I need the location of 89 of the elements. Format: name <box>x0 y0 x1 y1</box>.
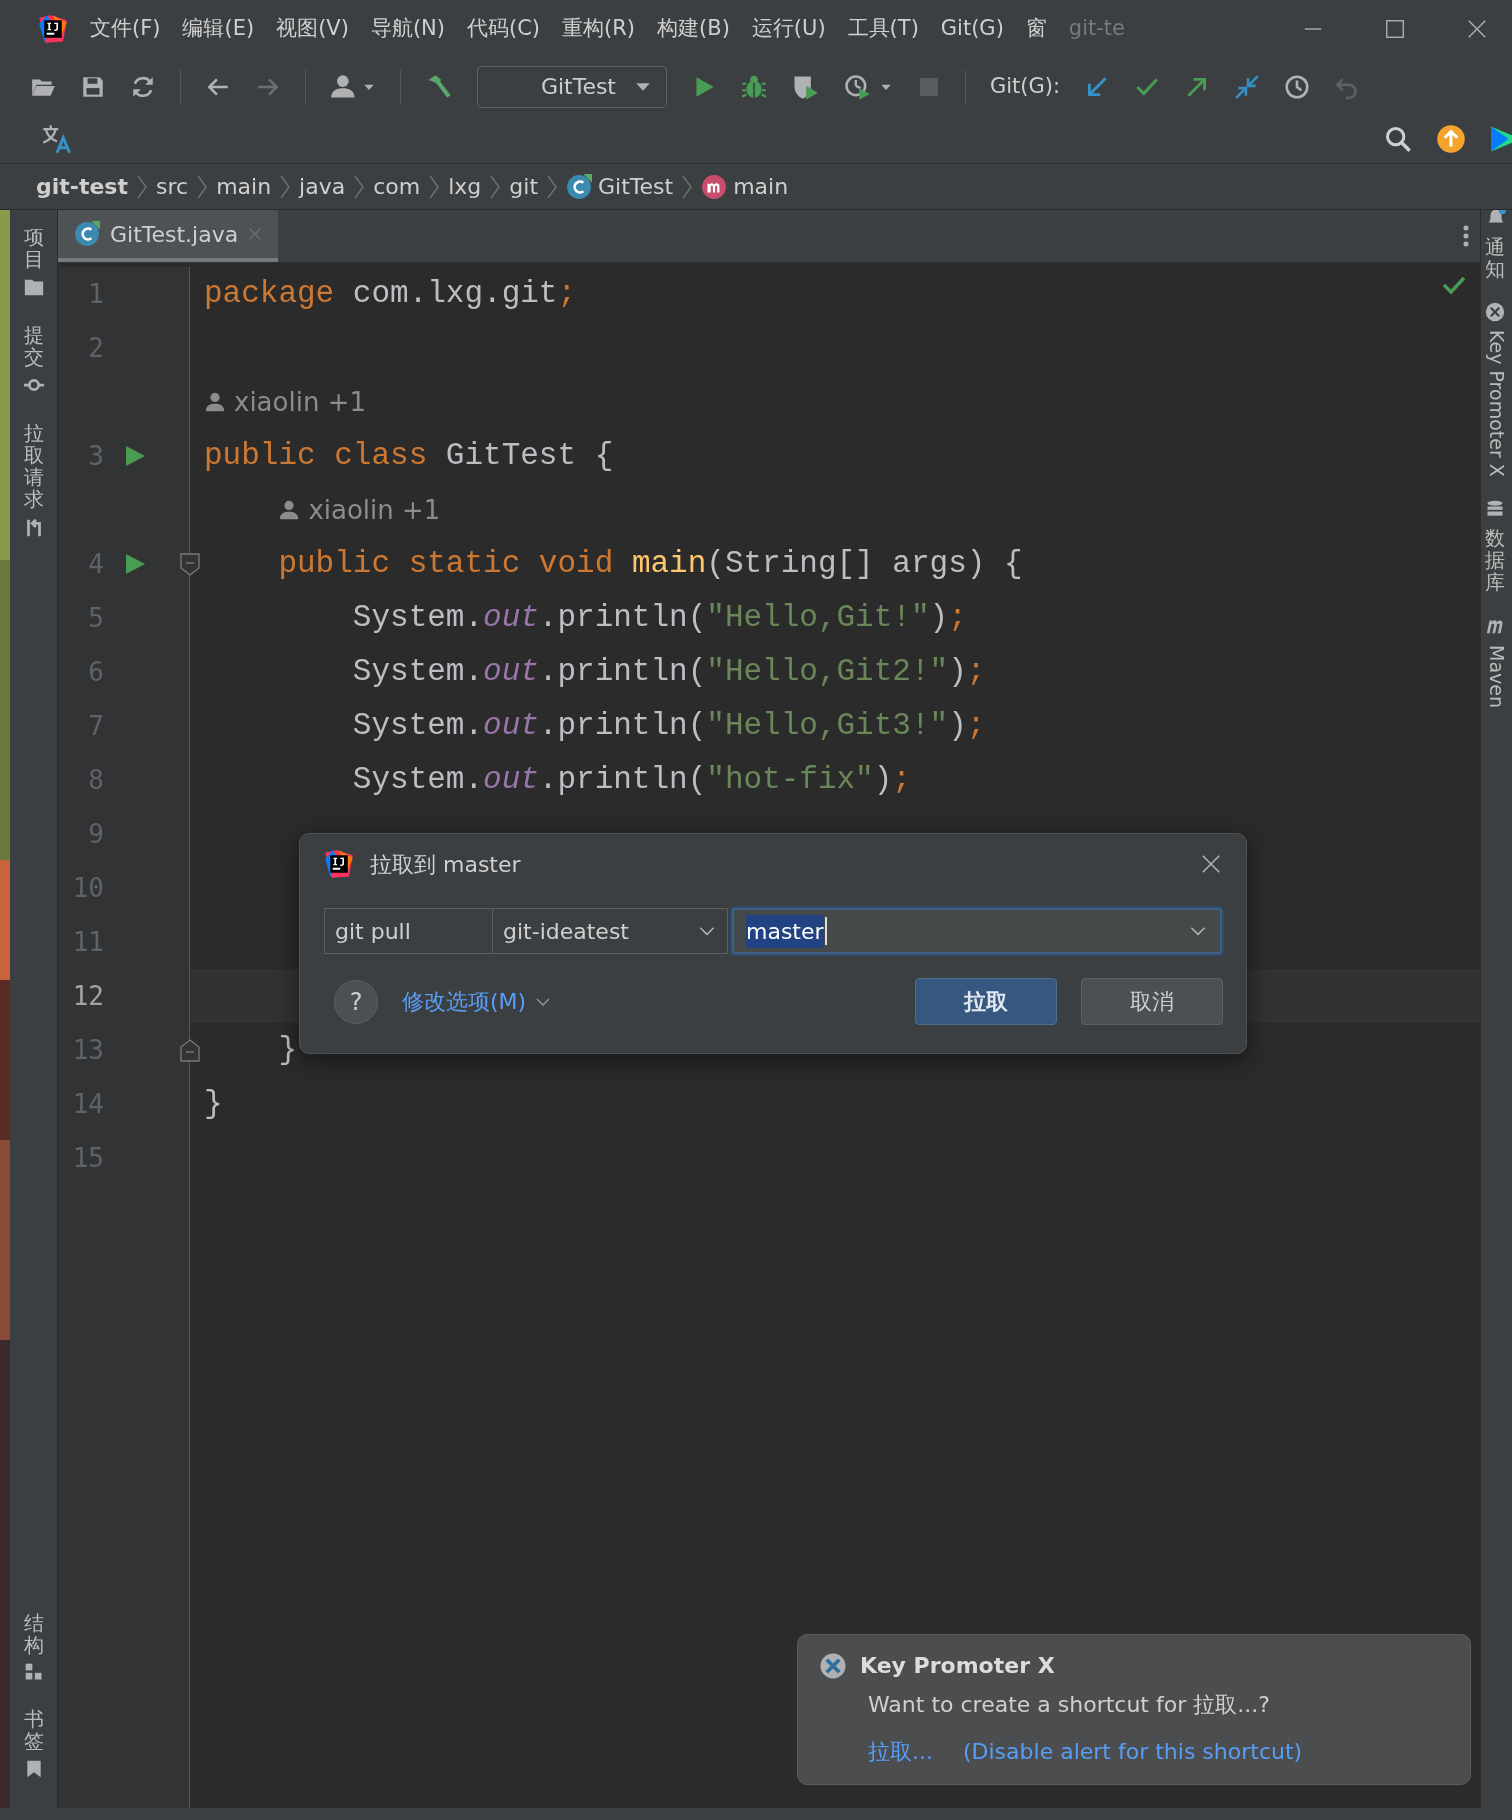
structure-icon <box>23 1662 44 1682</box>
breadcrumb-item[interactable]: lxg <box>448 170 482 203</box>
person-icon <box>204 391 226 413</box>
menu-item[interactable]: 重构(R) <box>562 13 636 45</box>
breadcrumb-item[interactable]: main <box>216 170 272 203</box>
code-line: public static void main(String[] args) { <box>277 544 1023 583</box>
help-button[interactable]: ? <box>334 979 378 1024</box>
code-line: package com.lxg.git; <box>204 274 577 313</box>
tool-window-button[interactable]: 通知 <box>1485 236 1505 280</box>
gauge-run-icon[interactable] <box>843 72 871 101</box>
merge-arrows-icon[interactable] <box>1234 73 1261 100</box>
menu-item[interactable]: 文件(F) <box>90 13 161 45</box>
file-tab[interactable]: GitTest.java <box>58 210 279 262</box>
menu-item[interactable]: 构建(B) <box>657 13 730 45</box>
breadcrumb-item[interactable]: main <box>701 170 789 203</box>
chevron-icon <box>428 173 441 200</box>
chevron-icon <box>546 173 558 200</box>
person-icon <box>278 499 301 521</box>
breadcrumb-item[interactable]: java <box>299 170 346 203</box>
code-line: public class GitTest { <box>204 436 614 475</box>
command-label: git pull <box>324 908 493 954</box>
branch-field[interactable]: master <box>732 908 1222 954</box>
code-line: System.out.println("Hello,Git2!"); <box>351 652 986 691</box>
close-icon[interactable] <box>1466 18 1488 40</box>
notification-message: Want to create a shortcut for 拉取...? <box>867 1691 1271 1719</box>
cancel-button[interactable]: 取消 <box>1081 978 1223 1025</box>
menu-item[interactable]: 视图(V) <box>276 13 349 45</box>
modify-options-link[interactable]: 修改选项(M) <box>402 985 553 1018</box>
code-line: } <box>277 1030 297 1069</box>
remote-dropdown[interactable]: git-ideatest <box>493 908 728 954</box>
clock-icon[interactable] <box>1284 73 1311 100</box>
author-hint[interactable]: xiaolin +1 <box>278 490 441 530</box>
menu-item[interactable]: 编辑(E) <box>182 13 255 45</box>
tool-window-button[interactable]: Key Promoter X <box>1485 330 1509 477</box>
class-icon <box>566 173 592 200</box>
run-configuration-dropdown[interactable]: GitTest <box>477 65 667 108</box>
app-logo-icon <box>324 849 354 879</box>
tool-window-button[interactable]: 拉取请求 <box>23 422 44 510</box>
chevron-icon <box>489 173 502 200</box>
more-vertical-icon[interactable] <box>1462 223 1470 249</box>
chevron-icon <box>681 173 694 200</box>
update-badge-icon[interactable] <box>1436 124 1466 154</box>
breadcrumb-item[interactable]: GitTest <box>566 170 674 203</box>
bug-icon[interactable] <box>741 73 767 100</box>
code-line: System.out.println("hot-fix"); <box>351 760 911 799</box>
tool-window-button[interactable]: Maven <box>1485 644 1509 708</box>
fold-marker-icon[interactable] <box>178 551 202 577</box>
tool-window-button[interactable]: 提交 <box>23 324 44 368</box>
menu-item[interactable]: Git(G) <box>940 13 1004 45</box>
chevron-icon <box>279 173 292 200</box>
code-line: } <box>204 1084 223 1123</box>
menu-item[interactable]: 工具(T) <box>847 13 919 45</box>
git-label: Git(G): <box>990 72 1061 100</box>
chevron-icon <box>353 173 366 200</box>
menu-item[interactable]: 窗 <box>1025 13 1047 45</box>
tool-window-button[interactable]: 项目 <box>23 226 44 270</box>
breadcrumb-item[interactable]: src <box>156 170 189 203</box>
close-button[interactable] <box>1200 853 1222 875</box>
code-line: System.out.println("Hello,Git3!"); <box>351 706 986 745</box>
author-hint[interactable]: xiaolin +1 <box>204 382 366 422</box>
database-icon <box>1485 498 1505 519</box>
x-badge-icon <box>1485 302 1505 322</box>
breadcrumb-item[interactable]: com <box>373 170 421 203</box>
class-icon <box>74 221 100 247</box>
code-line: System.out.println("Hello,Git!"); <box>351 598 967 637</box>
tool-window-button[interactable]: 数据库 <box>1485 526 1505 593</box>
search-icon[interactable] <box>1384 125 1412 153</box>
breadcrumb-item[interactable]: git <box>509 170 538 203</box>
notification-title: Key Promoter X <box>860 1652 1055 1680</box>
method-icon <box>701 173 728 200</box>
window-title: git-te <box>1068 15 1125 43</box>
breadcrumb-item[interactable]: git-test <box>36 170 128 203</box>
dialog-title: 拉取到 master <box>370 850 521 879</box>
tool-window-button[interactable]: 书签 <box>23 1708 44 1752</box>
fold-marker-icon[interactable] <box>178 1037 202 1063</box>
app-logo-icon <box>38 14 68 44</box>
translate-icon[interactable] <box>40 124 74 154</box>
chevron-icon <box>196 173 209 200</box>
primary-button[interactable]: 拉取 <box>915 978 1057 1025</box>
run-gutter-icon[interactable] <box>123 551 147 577</box>
tool-window-button[interactable]: 结构 <box>23 1612 44 1656</box>
maximize-icon[interactable] <box>1384 18 1406 40</box>
run-gutter-icon[interactable] <box>123 443 147 469</box>
line-number: 12 <box>71 979 104 1013</box>
menu-item[interactable]: 导航(N) <box>370 13 445 45</box>
menu-item[interactable]: 运行(U) <box>751 13 826 45</box>
plugin-logo-icon[interactable] <box>1490 124 1512 154</box>
chevron-icon <box>136 173 148 200</box>
menu-item[interactable]: 代码(C) <box>467 13 541 45</box>
